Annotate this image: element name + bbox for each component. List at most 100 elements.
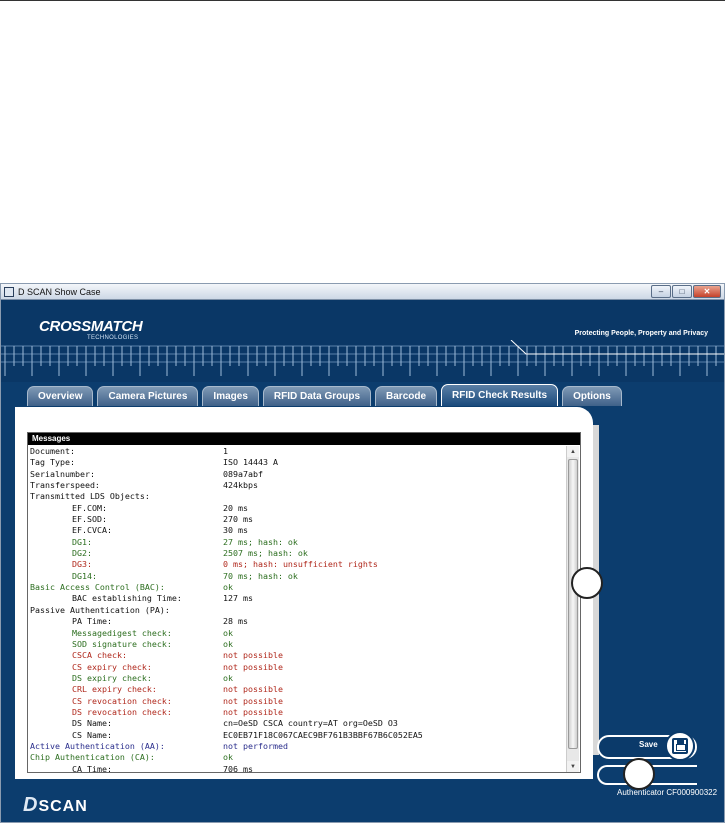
message-key: Basic Access Control (BAC): (30, 582, 165, 593)
message-row: EF.CVCA: 30 ms (30, 525, 566, 536)
message-key: CRL expiry check: (72, 684, 157, 695)
message-row: CS expiry check: not possible (30, 662, 566, 673)
message-key: Document: (30, 446, 75, 456)
message-key: CS Name: (72, 729, 112, 740)
floppy-disk-icon[interactable] (665, 731, 695, 761)
message-row: DS expiry check: ok (30, 673, 566, 684)
message-key: DS expiry check: (72, 672, 152, 683)
app-icon (4, 286, 14, 297)
message-value: not possible (223, 661, 283, 672)
message-key: Active Authentication (AA): (30, 740, 165, 751)
message-row: Messagedigest check: ok (30, 628, 566, 639)
message-value: ISO 14443 A (223, 457, 278, 468)
message-row: DS Name: cn=OeSD CSCA country=AT org=OeSD… (30, 718, 566, 729)
tab-camera-pictures[interactable]: Camera Pictures (97, 386, 199, 406)
maximize-button[interactable]: □ (672, 285, 692, 298)
message-row: DG1: 27 ms; hash: ok (30, 537, 566, 548)
message-value: not possible (223, 684, 283, 695)
message-key: DG1: (72, 536, 92, 547)
message-value: 089a7abf (223, 468, 263, 479)
message-row: CSCA check: not possible (30, 650, 566, 661)
message-key: BAC establishing Time: (72, 593, 182, 604)
message-value: ok (223, 672, 233, 683)
dscan-logo-mark: D (23, 794, 39, 816)
message-row: DS revocation check: not possible (30, 707, 566, 718)
messages-box[interactable]: Messages Document: 1 Tag Type: ISO 14443 A S… (27, 432, 581, 773)
message-value: 20 ms (223, 502, 248, 513)
tagline: Protecting People, Property and Privacy (574, 330, 708, 337)
scroll-down-icon[interactable]: ▼ (567, 761, 579, 772)
message-key: DG2: (72, 548, 92, 559)
message-row: Passive Authentication (PA): (30, 605, 566, 616)
titlebar: D SCAN Show Case – □ ✕ (1, 284, 724, 300)
message-value: ok (223, 752, 233, 763)
message-key: CS revocation check: (72, 695, 172, 706)
message-key: PA Time: (72, 616, 112, 627)
message-row: Chip Authentication (CA): ok (30, 752, 566, 763)
message-value: not possible (223, 650, 283, 661)
window-controls: – □ ✕ (651, 285, 721, 298)
message-key: Serialnumber: (30, 468, 95, 479)
message-key: Chip Authentication (CA): (30, 752, 155, 763)
message-value: 424kbps (223, 480, 258, 491)
dscan-logo: DSCAN (23, 794, 88, 817)
message-row: CS Name: EC0EB71F18C067CAEC9BF761B3BBF67B… (30, 730, 566, 741)
save-control[interactable]: Save (597, 731, 717, 761)
message-row: CA Time: 706 ms (30, 764, 566, 772)
message-value: 127 ms (223, 593, 253, 604)
message-key: Transmitted LDS Objects: (30, 491, 150, 502)
message-value: 27 ms; hash: ok (223, 536, 298, 547)
message-row: Transferspeed: 424kbps (30, 480, 566, 491)
message-value: 30 ms (223, 525, 248, 536)
messages-scrollbar[interactable]: ▲ ▼ (566, 446, 579, 772)
message-key: CSCA check: (72, 650, 127, 661)
message-key: DG14: (72, 570, 97, 581)
header-banner: CROSSMATCH TECHNOLOGIES Protecting Peopl… (1, 300, 724, 382)
messages-list: Document: 1 Tag Type: ISO 14443 A Serialnumb… (30, 446, 566, 772)
message-row: SOD signature check: ok (30, 639, 566, 650)
message-value: 70 ms; hash: ok (223, 570, 298, 581)
scroll-up-icon[interactable]: ▲ (567, 446, 579, 457)
message-row: EF.SOD: 270 ms (30, 514, 566, 525)
message-key: EF.SOD: (72, 514, 107, 525)
message-key: CS expiry check: (72, 661, 152, 672)
top-rule (0, 0, 725, 1)
message-row: BAC establishing Time: 127 ms (30, 593, 566, 604)
tab-images[interactable]: Images (202, 386, 259, 406)
scroll-thumb[interactable] (568, 459, 578, 749)
message-key: Transferspeed: (30, 480, 100, 491)
message-value: not possible (223, 706, 283, 717)
close-button[interactable]: ✕ (693, 285, 721, 298)
message-key: Tag Type: (30, 457, 75, 468)
message-row: Document: 1 (30, 446, 566, 457)
window-title: D SCAN Show Case (18, 286, 101, 297)
tab-rfid-data-groups[interactable]: RFID Data Groups (262, 386, 372, 406)
minimize-button[interactable]: – (651, 285, 671, 298)
message-row: CS revocation check: not possible (30, 696, 566, 707)
message-value: 706 ms (223, 763, 253, 772)
message-row: DG14: 70 ms; hash: ok (30, 571, 566, 582)
message-value: 0 ms; hash: unsufficient rights (223, 559, 378, 570)
circuit-decoration (1, 340, 724, 376)
message-key: EF.CVCA: (72, 525, 112, 536)
tab-bar: Overview Camera Pictures Images RFID Dat… (27, 384, 622, 406)
tab-overview[interactable]: Overview (27, 386, 94, 406)
device-id: Authenticator CF000900322 (617, 788, 718, 797)
message-key: Messagedigest check: (72, 627, 172, 638)
message-row: PA Time: 28 ms (30, 616, 566, 627)
tab-barcode[interactable]: Barcode (375, 386, 438, 406)
crossmatch-logo: CROSSMATCH TECHNOLOGIES (39, 318, 143, 341)
tab-rfid-check-results[interactable]: RFID Check Results (441, 384, 559, 406)
message-value: 270 ms (223, 514, 253, 525)
message-row: Active Authentication (AA): not performed (30, 741, 566, 752)
message-value: not performed (223, 740, 288, 751)
tab-options[interactable]: Options (562, 386, 622, 406)
message-row: Transmitted LDS Objects: (30, 491, 566, 502)
messages-header: Messages (28, 433, 580, 445)
app-window: D SCAN Show Case – □ ✕ CROSSMATCH TECHNO… (0, 283, 725, 823)
message-row: DG2: 2507 ms; hash: ok (30, 548, 566, 559)
message-key: Passive Authentication (PA): (30, 604, 170, 615)
save-label: Save (639, 740, 658, 749)
message-key: SOD signature check: (72, 638, 172, 649)
message-value: 2507 ms; hash: ok (223, 548, 308, 559)
